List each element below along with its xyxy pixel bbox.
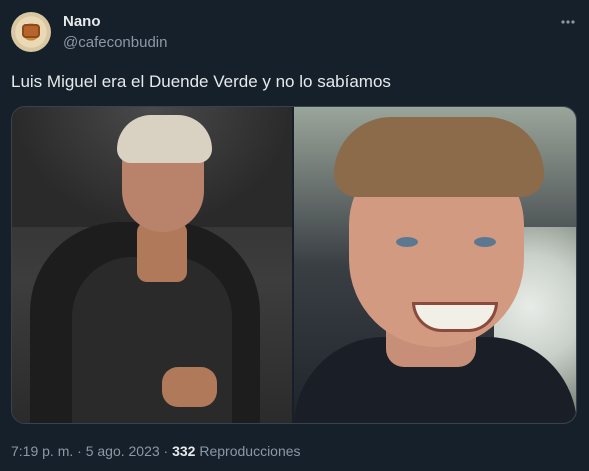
avatar[interactable] [11,12,51,52]
tweet-timestamp[interactable]: 7:19 p. m. · 5 ago. 2023 [11,443,160,459]
photo-right[interactable] [294,107,576,423]
tweet-metadata: 7:19 p. m. · 5 ago. 2023 · 332 Reproducc… [11,443,301,459]
views-label: Reproducciones [199,443,301,459]
tweet-media[interactable] [11,106,577,424]
more-options-icon[interactable] [556,12,580,32]
photo-left[interactable] [12,107,292,423]
author-handle[interactable]: @cafeconbudin [63,34,167,51]
author-name[interactable]: Nano [63,13,101,30]
tweet-text: Luis Miguel era el Duende Verde y no lo … [11,72,391,91]
meta-separator: · [159,443,173,459]
ellipsis-icon [561,20,575,24]
views-count: 332 [172,443,196,459]
